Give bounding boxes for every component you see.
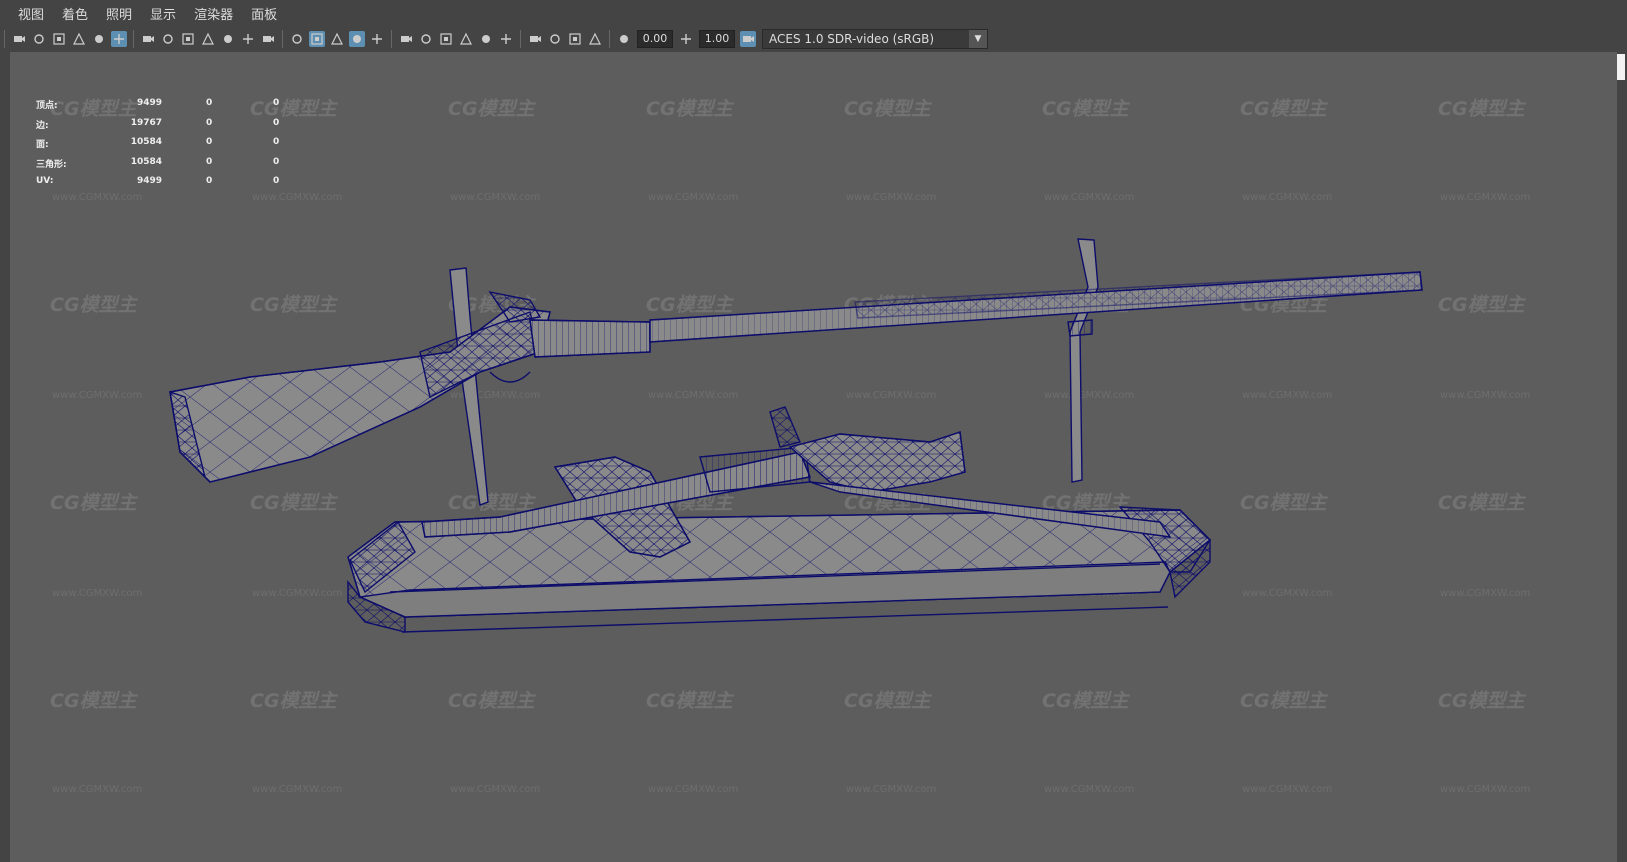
- toolbar-separator: [520, 30, 521, 48]
- wireframe-on-shaded-icon[interactable]: [349, 31, 365, 47]
- viewport-left-border: [0, 52, 10, 862]
- menu-item-3[interactable]: 显示: [141, 4, 185, 23]
- hud-value: 0: [206, 156, 213, 167]
- toolbar-separator: [282, 30, 283, 48]
- exposure-icon[interactable]: [616, 31, 632, 47]
- toolbar-separator: [4, 30, 5, 48]
- 2d-pan-zoom-icon[interactable]: [91, 31, 107, 47]
- wireframe-icon[interactable]: [289, 31, 305, 47]
- gamma-icon[interactable]: [678, 31, 694, 47]
- hud-value: 0: [206, 117, 213, 128]
- xray-active-components-icon[interactable]: [567, 31, 583, 47]
- depth-of-field-icon[interactable]: [498, 31, 514, 47]
- menu-item-5[interactable]: 面板: [242, 4, 286, 23]
- toolbar-separator: [609, 30, 610, 48]
- smooth-shade-icon[interactable]: [309, 31, 325, 47]
- select-camera-icon[interactable]: [11, 31, 27, 47]
- hud-row: UV: 9499 0 0: [26, 176, 286, 196]
- image-plane-icon[interactable]: [71, 31, 87, 47]
- menu-item-0[interactable]: 视图: [0, 4, 53, 23]
- hud-row: 三角形: 10584 0 0: [26, 157, 286, 177]
- hud-value: 0: [273, 176, 280, 186]
- hud-value: 0: [273, 98, 280, 108]
- hud-value: 0: [206, 176, 213, 186]
- hud-value: 0: [206, 137, 213, 147]
- viewport-right-border: [1617, 52, 1627, 862]
- color-space-dropdown[interactable]: ACES 1.0 SDR-video (sRGB) ▼: [762, 29, 988, 49]
- color-management-icon[interactable]: [740, 31, 756, 47]
- hud-row: 边: 19767 0 0: [26, 118, 286, 138]
- color-space-label: ACES 1.0 SDR-video (sRGB): [769, 32, 935, 46]
- multisample-aa-icon[interactable]: [478, 31, 494, 47]
- gate-mask-icon[interactable]: [200, 31, 216, 47]
- hud-value: 0: [273, 117, 280, 128]
- menu-item-1[interactable]: 着色: [53, 4, 97, 23]
- motion-blur-icon[interactable]: [458, 31, 474, 47]
- xray-icon[interactable]: [369, 31, 385, 47]
- default-material-icon[interactable]: [329, 31, 345, 47]
- menu-item-2[interactable]: 照明: [97, 4, 141, 23]
- perspective-viewport[interactable]: CG模型主 CG模型主 CG模型主 CG模型主 CG模型主 CG模型主 CG模型主 CG模型主…: [10, 52, 1617, 862]
- grease-pencil-icon[interactable]: [111, 31, 127, 47]
- toolbar-separator: [133, 30, 134, 48]
- stand-post-right: [1067, 238, 1099, 483]
- gamma-field[interactable]: 1.00: [699, 30, 735, 48]
- grid-icon[interactable]: [140, 31, 156, 47]
- resolution-gate-icon[interactable]: [180, 31, 196, 47]
- use-default-lighting-icon[interactable]: [398, 31, 414, 47]
- hud-label: UV:: [36, 176, 54, 186]
- hud-label: 面:: [36, 140, 49, 150]
- backface-culling-icon[interactable]: [587, 31, 603, 47]
- hud-row: 面: 10584 0 0: [26, 137, 286, 157]
- hud-value: 0: [206, 98, 213, 108]
- hud-value: 0: [273, 137, 280, 147]
- xray-joints-icon[interactable]: [547, 31, 563, 47]
- camera-attributes-icon[interactable]: [31, 31, 47, 47]
- poly-count-hud: 顶点: 9499 0 0 边: 19767 0 0 面: 10584 0 0 三角形: 10584 0 0 UV…: [26, 98, 286, 196]
- scrollbar-thumb[interactable]: [1617, 54, 1625, 80]
- viewport-menu-bar: 视图 着色 照明 显示 渲染器 面板: [0, 0, 1627, 26]
- toolbar-separator: [391, 30, 392, 48]
- hud-value: 19767: [130, 117, 162, 128]
- film-gate-icon[interactable]: [160, 31, 176, 47]
- safe-action-icon[interactable]: [240, 31, 256, 47]
- ambient-occlusion-icon[interactable]: [438, 31, 454, 47]
- menu-item-4[interactable]: 渲染器: [185, 4, 242, 23]
- viewport-toolbar: 0.00 1.00 ACES 1.0 SDR-video (sRGB) ▼: [0, 26, 1627, 52]
- chevron-down-icon[interactable]: ▼: [969, 30, 987, 48]
- shadows-icon[interactable]: [418, 31, 434, 47]
- hud-label: 边:: [36, 120, 49, 131]
- hud-value: 9499: [136, 176, 162, 186]
- hud-label: 顶点:: [36, 101, 58, 111]
- hud-row: 顶点: 9499 0 0: [26, 98, 286, 118]
- hud-value: 0: [273, 156, 280, 167]
- hud-value: 10584: [130, 156, 162, 167]
- hud-value: 10584: [130, 137, 162, 147]
- exposure-field[interactable]: 0.00: [637, 30, 673, 48]
- safe-title-icon[interactable]: [260, 31, 276, 47]
- field-chart-icon[interactable]: [220, 31, 236, 47]
- isolate-select-icon[interactable]: [527, 31, 543, 47]
- hud-label: 三角形:: [36, 159, 67, 170]
- hud-value: 9499: [136, 98, 162, 108]
- bookmarks-icon[interactable]: [51, 31, 67, 47]
